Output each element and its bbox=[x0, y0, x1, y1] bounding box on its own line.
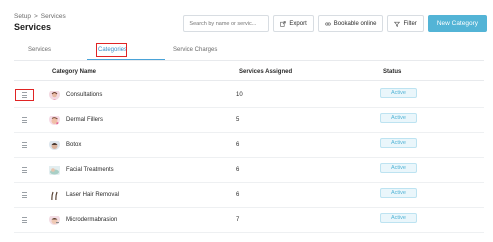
bookable-online-label: Bookable online bbox=[333, 20, 377, 27]
services-count: 10 bbox=[236, 92, 243, 98]
tab-service-charges[interactable]: Service Charges bbox=[173, 47, 217, 53]
tab-services[interactable]: Services bbox=[28, 47, 51, 53]
drag-handle-icon[interactable] bbox=[22, 192, 27, 198]
dermal-fillers-icon bbox=[49, 114, 60, 125]
search-box[interactable] bbox=[183, 15, 270, 32]
category-name: Botox bbox=[66, 142, 82, 148]
laser-hair-removal-icon bbox=[49, 189, 60, 200]
page-title: Services bbox=[14, 22, 52, 32]
services-count: 6 bbox=[236, 167, 240, 173]
services-count: 6 bbox=[236, 192, 240, 198]
status-badge: Active bbox=[380, 138, 417, 148]
category-name: Laser Hair Removal bbox=[66, 192, 120, 198]
facial-treatment-icon bbox=[49, 164, 60, 175]
services-count: 6 bbox=[236, 142, 240, 148]
bookable-online-button[interactable]: Bookable online bbox=[317, 15, 384, 32]
categories-tab-highlight bbox=[96, 43, 127, 57]
table-row[interactable]: Laser Hair Removal 6 Active bbox=[14, 183, 484, 208]
table-header: Category Name Services Assigned Status bbox=[14, 64, 484, 81]
export-button[interactable]: Export bbox=[273, 15, 314, 32]
filter-button[interactable]: Filter bbox=[387, 15, 424, 32]
toolbar: Export Bookable online Filter New Catego… bbox=[183, 15, 487, 32]
new-category-button[interactable]: New Category bbox=[427, 15, 487, 32]
botox-icon bbox=[49, 139, 60, 150]
header-status: Status bbox=[383, 69, 402, 75]
microdermabrasion-icon bbox=[49, 214, 60, 225]
category-name: Microdermabrasion bbox=[66, 217, 118, 223]
breadcrumb-separator: > bbox=[34, 13, 38, 20]
filter-icon bbox=[394, 21, 401, 27]
table-row[interactable]: Consultations 10 Active bbox=[14, 83, 484, 108]
breadcrumb-current: Services bbox=[40, 13, 66, 20]
category-name: Dermal Fillers bbox=[66, 117, 104, 123]
status-badge: Active bbox=[380, 163, 417, 173]
export-label: Export bbox=[289, 20, 307, 27]
drag-handle-highlight bbox=[15, 89, 34, 101]
active-tab-indicator bbox=[87, 59, 165, 60]
bookable-online-icon bbox=[325, 22, 331, 25]
export-icon bbox=[280, 20, 287, 27]
status-badge: Active bbox=[380, 88, 417, 98]
drag-handle-icon[interactable] bbox=[22, 167, 27, 173]
header-services-assigned: Services Assigned bbox=[239, 69, 293, 75]
table-row[interactable]: Microdermabrasion 7 Active bbox=[14, 208, 484, 233]
status-badge: Active bbox=[380, 113, 417, 123]
consultation-icon bbox=[49, 89, 60, 100]
services-count: 7 bbox=[236, 217, 240, 223]
breadcrumb-parent[interactable]: Setup bbox=[14, 13, 31, 20]
breadcrumb: Setup > Services bbox=[14, 13, 66, 20]
drag-handle-icon[interactable] bbox=[22, 217, 27, 223]
status-badge: Active bbox=[380, 188, 417, 198]
category-name: Consultations bbox=[66, 92, 103, 98]
search-input[interactable] bbox=[189, 20, 269, 27]
filter-label: Filter bbox=[403, 20, 417, 27]
table-row[interactable]: Dermal Fillers 5 Active bbox=[14, 108, 484, 133]
drag-handle-icon[interactable] bbox=[22, 142, 27, 148]
category-name: Facial Treatments bbox=[66, 167, 114, 173]
status-badge: Active bbox=[380, 213, 417, 223]
table-row[interactable]: Botox 6 Active bbox=[14, 133, 484, 158]
drag-handle-icon[interactable] bbox=[22, 117, 27, 123]
table-row[interactable]: Facial Treatments 6 Active bbox=[14, 158, 484, 183]
header-category-name: Category Name bbox=[52, 69, 97, 75]
services-count: 5 bbox=[236, 117, 240, 123]
tab-bar: Services Categories Service Charges bbox=[14, 46, 484, 61]
